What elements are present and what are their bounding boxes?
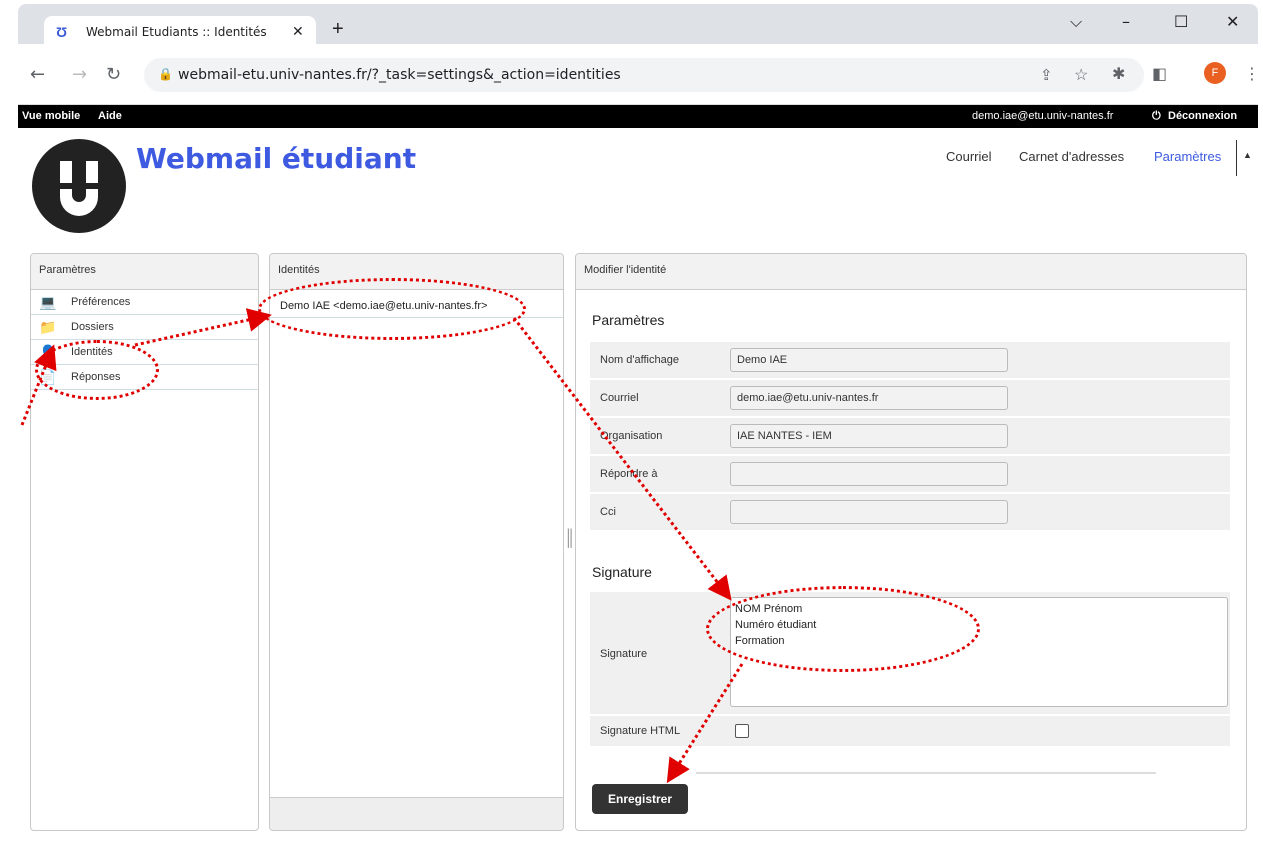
annotation-arrow-to-signature	[512, 317, 732, 601]
annotation-arrow-left	[20, 344, 57, 426]
annotation-arrow-to-save	[666, 663, 744, 784]
annotation-arrows	[20, 308, 744, 784]
annotation-arrow-to-identity	[134, 308, 272, 347]
